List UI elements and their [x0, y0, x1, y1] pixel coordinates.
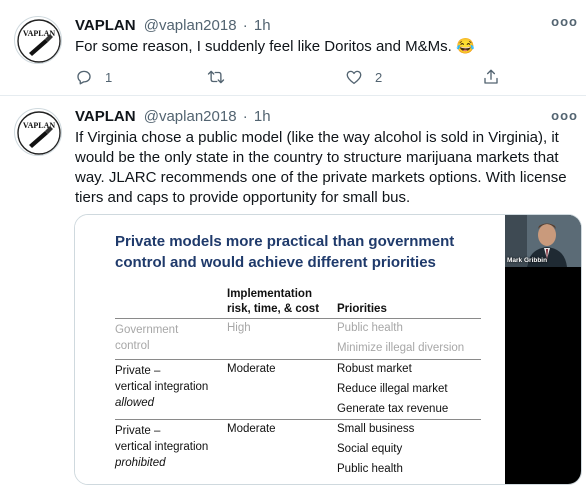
table-cell-model: Government control [115, 320, 178, 354]
priority-item: Generate tax revenue [337, 403, 449, 415]
model-line: control [115, 340, 150, 352]
timestamp[interactable]: 1h [254, 108, 271, 125]
table-divider [115, 419, 481, 420]
tweet-text: If Virginia chose a public model (like t… [75, 129, 567, 206]
action-bar: 1 2 [75, 66, 505, 88]
retweet-button[interactable] [206, 66, 226, 88]
handle[interactable]: @vaplan2018 [144, 17, 237, 34]
retweet-icon [207, 70, 225, 84]
slide-title: Private models more practical than gover… [115, 231, 495, 273]
more-icon[interactable]: ooo [551, 108, 578, 123]
priority-item: Social equity [337, 443, 403, 455]
table-cell-impl: Moderate [227, 423, 276, 435]
priority-item: Small business [337, 423, 415, 435]
table-cell-priorities: Small business Social equity Public heal… [337, 419, 414, 479]
separator: · [242, 108, 248, 125]
timestamp[interactable]: 1h [254, 17, 271, 34]
column-header-implementation: Implementation risk, time, & cost [227, 287, 319, 317]
priority-item: Robust market [337, 363, 412, 375]
display-name[interactable]: VAPLAN [75, 108, 136, 125]
like-icon [346, 70, 362, 85]
vaplan-logo-icon: VAPLAN [17, 111, 61, 155]
avatar[interactable]: VAPLAN [14, 108, 62, 156]
like-count: 2 [375, 69, 383, 85]
separator: · [242, 17, 248, 34]
priority-item: Reduce illegal market [337, 383, 448, 395]
tweet-header: VAPLAN @vaplan2018 · 1h [75, 108, 271, 125]
tweet-2[interactable]: VAPLAN VAPLAN @vaplan2018 · 1h ooo If Vi… [0, 97, 586, 488]
tweet-media[interactable]: Private models more practical than gover… [74, 214, 582, 485]
column-header-priorities: Priorities [337, 303, 387, 315]
like-button[interactable]: 2 [345, 66, 382, 88]
slide-title-line-1: Private models more practical than gover… [115, 233, 455, 250]
reply-count: 1 [105, 69, 113, 85]
speaker-name: Mark Gribbin [507, 257, 548, 264]
priority-item: Public health [337, 463, 403, 475]
table-cell-impl: High [227, 322, 251, 334]
model-line: allowed [115, 397, 154, 409]
video-panel: Mark Gribbin [505, 215, 581, 484]
reply-icon [77, 70, 91, 85]
avatar[interactable]: VAPLAN [14, 16, 62, 64]
reply-button[interactable]: 1 [75, 66, 112, 88]
table-cell-model: Private – vertical integration allowed [115, 361, 208, 411]
column-header-implementation-line-1: Implementation [227, 288, 312, 300]
table-cell-priorities: Robust market Reduce illegal market Gene… [337, 359, 448, 419]
model-line: Private – [115, 425, 161, 437]
priority-item: Minimize illegal diversion [337, 342, 465, 354]
model-line: vertical integration [115, 441, 209, 453]
share-icon [484, 69, 498, 84]
column-header-implementation-line-2: risk, time, & cost [227, 303, 320, 315]
tweet-header: VAPLAN @vaplan2018 · 1h [75, 17, 271, 34]
priority-item: Public health [337, 322, 403, 334]
webcam-feed: Mark Gribbin [505, 215, 581, 267]
presentation-slide: Private models more practical than gover… [75, 215, 505, 484]
tweet-1[interactable]: VAPLAN VAPLAN @vaplan2018 · 1h ooo For s… [0, 0, 586, 96]
table-cell-impl: Moderate [227, 363, 276, 375]
model-line: Private – [115, 365, 161, 377]
table-cell-priorities: Public health Minimize illegal diversion [337, 318, 464, 358]
vaplan-logo-icon: VAPLAN [17, 19, 61, 63]
more-icon[interactable]: ooo [551, 14, 578, 29]
model-line: prohibited [115, 457, 166, 469]
tweet-text: For some reason, I suddenly feel like Do… [75, 38, 475, 55]
table-cell-model: Private – vertical integration prohibite… [115, 421, 208, 471]
display-name[interactable]: VAPLAN [75, 17, 136, 34]
handle[interactable]: @vaplan2018 [144, 108, 237, 125]
model-line: vertical integration [115, 381, 209, 393]
slide-title-line-2: control and would achieve different prio… [115, 254, 436, 271]
share-button[interactable] [482, 66, 500, 88]
model-line: Government [115, 324, 179, 336]
